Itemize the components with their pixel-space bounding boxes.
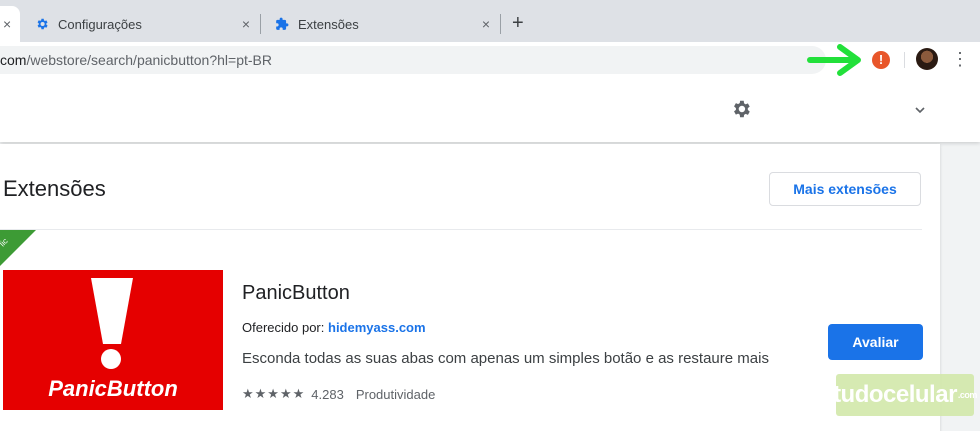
url-text: com/webstore/search/panicbutton?hl=pt-BR [0, 52, 272, 68]
tab-title: Configurações [58, 16, 142, 32]
tab-extensions[interactable]: Extensões × [262, 6, 500, 42]
extension-logo[interactable]: PanicButton [3, 270, 223, 410]
gear-icon [34, 16, 50, 32]
tudocelular-watermark: tudocelular .com [833, 374, 978, 416]
star-rating-icon: ★★★★★ [242, 386, 306, 401]
browser-menu-icon[interactable]: ⋮ [951, 50, 969, 68]
webstore-page: Extensões Mais extensões lic PanicButton… [0, 78, 980, 431]
chevron-down-icon[interactable] [912, 102, 928, 118]
new-tab-button[interactable]: + [512, 12, 524, 34]
offered-by: Oferecido por: hidemyass.com [242, 320, 426, 335]
tab-separator [260, 14, 261, 34]
settings-gear-icon[interactable] [730, 98, 752, 120]
featured-ribbon [0, 230, 36, 266]
extension-name[interactable]: PanicButton [242, 282, 350, 305]
rating-row: ★★★★★ 4.283 Produtividade [242, 386, 435, 402]
close-tab-icon[interactable]: × [3, 16, 11, 32]
close-tab-icon[interactable]: × [482, 16, 490, 32]
close-tab-icon[interactable]: × [242, 16, 250, 32]
tab-strip: × Configurações × Extensões × + [0, 0, 980, 44]
toolbar-separator [904, 52, 905, 68]
url-host: com [0, 52, 27, 68]
divider [0, 229, 922, 230]
tab-active[interactable]: × [0, 6, 20, 42]
profile-avatar[interactable] [916, 48, 938, 70]
category-label[interactable]: Produtividade [356, 387, 436, 402]
tab-settings[interactable]: Configurações × [22, 6, 260, 42]
address-bar[interactable]: com/webstore/search/panicbutton?hl=pt-BR [0, 46, 826, 74]
watermark-sup: .com [957, 390, 978, 400]
tab-separator [500, 14, 501, 34]
tab-title: Extensões [298, 16, 359, 32]
more-extensions-button[interactable]: Mais extensões [769, 172, 921, 206]
toolbar: com/webstore/search/panicbutton?hl=pt-BR… [0, 42, 980, 78]
rating-count: 4.283 [311, 386, 344, 402]
puzzle-icon [274, 16, 290, 32]
url-path: /webstore/search/panicbutton?hl=pt-BR [26, 52, 272, 68]
watermark-text: tudocelular [833, 381, 957, 408]
rate-button[interactable]: Avaliar [828, 324, 923, 360]
logo-text: PanicButton [48, 376, 178, 401]
section-title: Extensões [3, 176, 106, 201]
offered-label: Oferecido por: [242, 320, 328, 335]
green-arrow-icon [807, 44, 861, 76]
extension-alert-icon[interactable]: ! [872, 51, 890, 69]
store-header [0, 78, 980, 142]
developer-link[interactable]: hidemyass.com [328, 320, 426, 335]
extension-description: Esconda todas as suas abas com apenas um… [242, 350, 769, 367]
